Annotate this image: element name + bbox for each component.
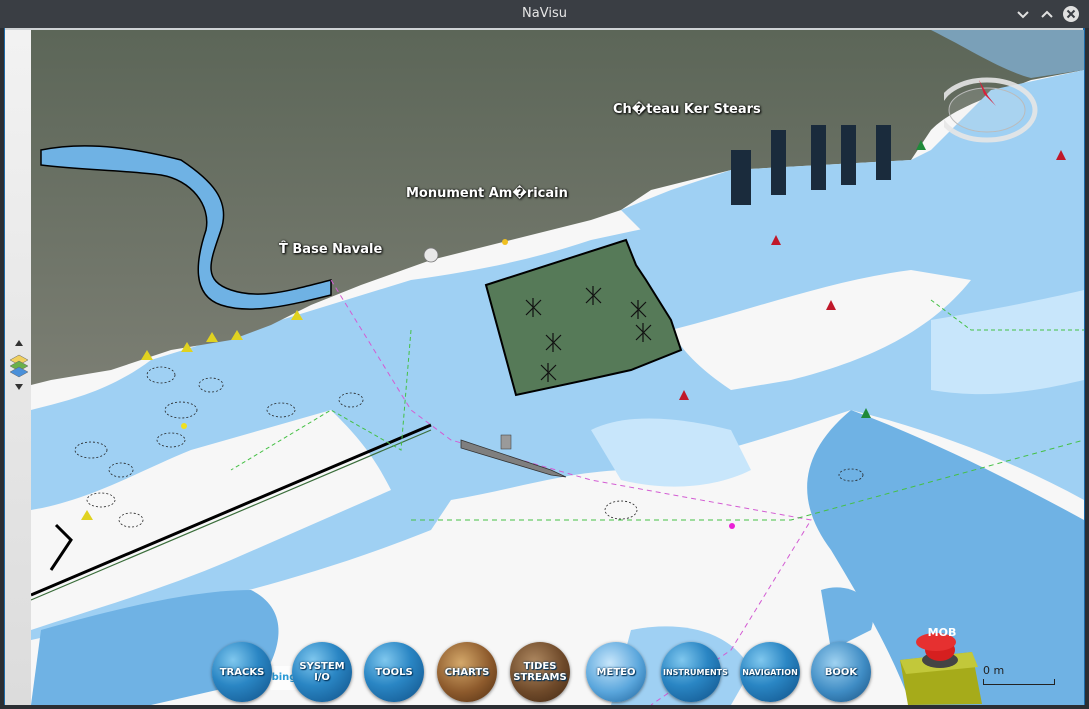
close-button[interactable] [1061,4,1081,24]
tracks-label: TRACKS [219,666,265,678]
tides-streams-label: TIDES STREAMS [513,661,567,683]
place-label-naval-base: T̑ Base Navale [279,242,383,257]
radar-dome [423,247,439,263]
close-icon [1063,6,1079,22]
compass-widget[interactable] [936,76,1050,152]
charts-button[interactable]: CHARTS [437,642,497,702]
navigation-label: NAVIGATION [742,667,798,677]
place-label-chateau: Ch�teau Ker Stears [613,102,761,117]
chevron-down-icon [1017,11,1029,19]
system-io-label: SYSTEM I/O [299,661,345,683]
minimize-button[interactable] [1013,4,1033,24]
tools-label: TOOLS [375,666,413,678]
meteo-label: METEO [596,666,636,678]
yellow-light [181,423,187,429]
instruments-label: INSTRUMENTS [663,667,728,677]
title-bar: NaVisu [0,0,1089,28]
maximize-button[interactable] [1037,4,1057,24]
tracks-button[interactable]: TRACKS [212,642,272,702]
mob-button[interactable]: MOB [898,622,982,705]
tools-button[interactable]: TOOLS [364,642,424,702]
book-label: BOOK [824,666,858,678]
layers-panel-toggle[interactable] [7,340,31,390]
scale-bar: 0 m [983,664,1055,686]
instruments-button[interactable]: INSTRUMENTS [661,642,728,702]
place-label-monument: Monument Am�ricain [406,186,568,201]
navigation-button[interactable]: NAVIGATION [740,642,800,702]
scale-bar-line [983,679,1055,685]
bottom-toolbar: TRACKS SYSTEM I/O TOOLS CHARTS TIDES STR… [210,642,880,704]
chevron-up-icon [1041,10,1053,18]
scale-label: 0 m [983,664,1005,677]
magenta-waypoint [729,523,735,529]
charts-label: CHARTS [444,666,490,678]
tides-streams-button[interactable]: TIDES STREAMS [510,642,570,702]
layers-icon [9,340,29,390]
mob-label: MOB [927,626,957,639]
compass-icon [936,77,1038,143]
window-title: NaVisu [522,6,567,21]
yellow-light-harbor [502,239,508,245]
meteo-button[interactable]: METEO [586,642,646,702]
chart-map-view[interactable]: Ch�teau Ker Stears Monument Am�ricain T̑… [31,30,1084,705]
system-io-button[interactable]: SYSTEM I/O [292,642,352,702]
nautical-chart [31,30,1084,705]
book-button[interactable]: BOOK [811,642,871,702]
